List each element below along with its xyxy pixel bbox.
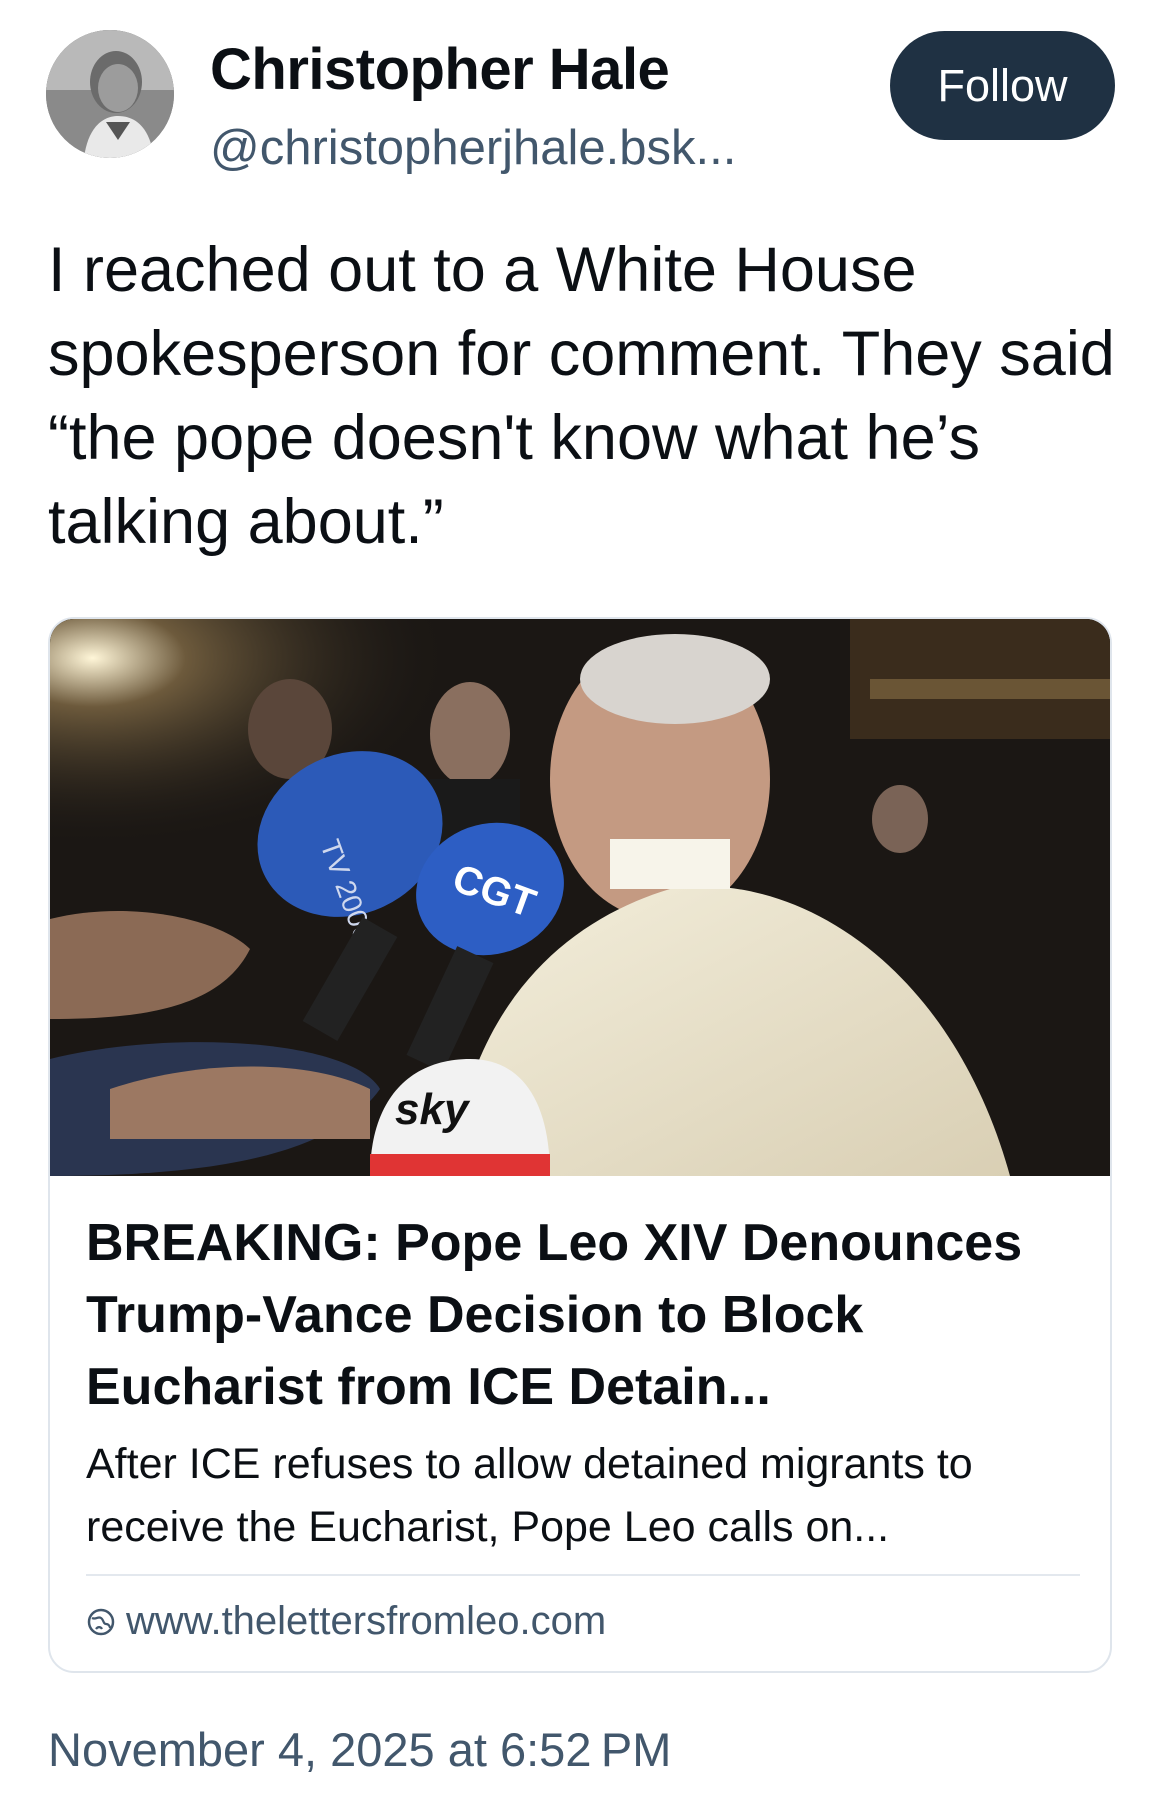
news-photo-icon: TV 2000 CGT sky (50, 619, 1110, 1176)
globe-icon (87, 1608, 115, 1635)
preview-image: TV 2000 CGT sky (50, 619, 1110, 1176)
link-preview-card[interactable]: TV 2000 CGT sky BREAKING: Pope Leo XIV D… (48, 617, 1112, 1673)
author-handle[interactable]: @christopherjhale.bsk... (210, 120, 736, 176)
preview-url: www.thelettersfromleo.com (126, 1599, 607, 1643)
author-display-name[interactable]: Christopher Hale (210, 36, 670, 103)
divider (86, 1574, 1080, 1576)
svg-text:sky: sky (395, 1085, 471, 1134)
post-timestamp[interactable]: November 4, 2025 at 6:52 PM (48, 1722, 671, 1777)
profile-photo-icon (46, 30, 174, 158)
avatar[interactable] (46, 30, 174, 158)
follow-button[interactable]: Follow (890, 31, 1115, 140)
preview-title[interactable]: BREAKING: Pope Leo XIV Denounces Trump-V… (86, 1207, 1086, 1423)
preview-link[interactable]: www.thelettersfromleo.com (86, 1599, 606, 1644)
preview-description: After ICE refuses to allow detained migr… (86, 1440, 973, 1551)
post-text: I reached out to a White House spokesper… (48, 235, 1115, 557)
